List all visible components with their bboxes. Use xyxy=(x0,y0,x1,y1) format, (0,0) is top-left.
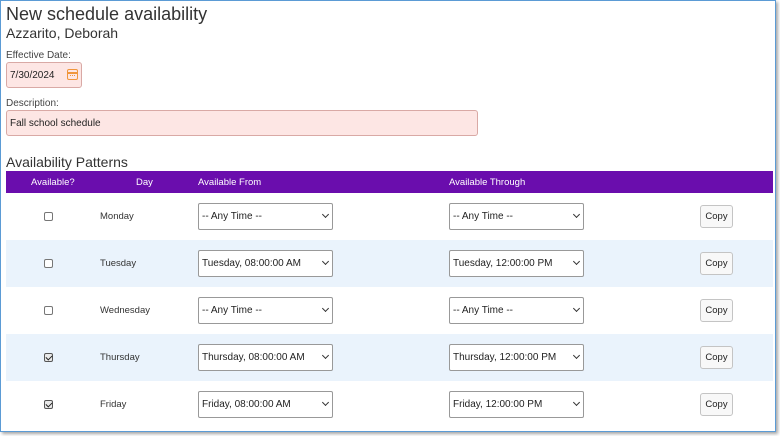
available-from-select[interactable]: Thursday, 08:00:00 AM xyxy=(198,344,333,371)
availability-table: Available? Day Available From Available … xyxy=(6,171,773,428)
calendar-icon[interactable] xyxy=(67,69,78,80)
table-row: Friday Friday, 08:00:00 AM Friday, 12:00… xyxy=(6,381,773,428)
table-row: Thursday Thursday, 08:00:00 AM Thursday,… xyxy=(6,334,773,381)
description-input[interactable]: Fall school schedule xyxy=(6,110,478,136)
available-from-select[interactable]: Tuesday, 08:00:00 AM xyxy=(198,250,333,277)
section-title: Availability Patterns xyxy=(6,154,128,170)
available-from-select[interactable]: -- Any Time -- xyxy=(198,203,333,230)
select-value: -- Any Time -- xyxy=(202,305,263,316)
table-row: Tuesday Tuesday, 08:00:00 AM Tuesday, 12… xyxy=(6,240,773,287)
chevron-down-icon xyxy=(572,398,581,407)
select-value: Friday, 12:00:00 PM xyxy=(453,399,543,410)
day-label: Monday xyxy=(100,211,134,222)
available-checkbox[interactable] xyxy=(44,353,53,362)
chevron-down-icon xyxy=(572,210,581,219)
copy-button[interactable]: Copy xyxy=(700,393,733,416)
available-through-select[interactable]: Thursday, 12:00:00 PM xyxy=(449,344,584,371)
available-checkbox[interactable] xyxy=(44,259,53,268)
select-value: Tuesday, 08:00:00 AM xyxy=(202,258,301,269)
day-label: Thursday xyxy=(100,352,140,363)
description-label: Description: xyxy=(6,98,59,109)
table-row: Monday -- Any Time -- -- Any Time -- Cop… xyxy=(6,193,773,240)
chevron-down-icon xyxy=(321,351,330,360)
page-title: New schedule availability xyxy=(6,4,208,24)
day-label: Wednesday xyxy=(100,305,150,316)
available-checkbox[interactable] xyxy=(44,400,53,409)
select-value: Thursday, 08:00:00 AM xyxy=(202,352,305,363)
table-row: Wednesday -- Any Time -- -- Any Time -- … xyxy=(6,287,773,334)
day-label: Tuesday xyxy=(100,258,137,269)
table-header: Available? Day Available From Available … xyxy=(6,171,773,193)
available-from-select[interactable]: Friday, 08:00:00 AM xyxy=(198,391,333,418)
chevron-down-icon xyxy=(321,304,330,313)
copy-button[interactable]: Copy xyxy=(700,346,733,369)
effective-date-label: Effective Date: xyxy=(6,50,71,61)
chevron-down-icon xyxy=(321,210,330,219)
select-value: Friday, 08:00:00 AM xyxy=(202,399,291,410)
day-label: Friday xyxy=(100,399,127,410)
description-value: Fall school schedule xyxy=(10,118,101,129)
available-through-select[interactable]: Friday, 12:00:00 PM xyxy=(449,391,584,418)
select-value: -- Any Time -- xyxy=(453,211,514,222)
available-through-select[interactable]: -- Any Time -- xyxy=(449,203,584,230)
select-value: Thursday, 12:00:00 PM xyxy=(453,352,557,363)
copy-button[interactable]: Copy xyxy=(700,205,733,228)
chevron-down-icon xyxy=(321,257,330,266)
select-value: Tuesday, 12:00:00 PM xyxy=(453,258,553,269)
available-checkbox[interactable] xyxy=(44,306,53,315)
chevron-down-icon xyxy=(572,351,581,360)
effective-date-value: 7/30/2024 xyxy=(10,70,55,81)
employee-name: Azzarito, Deborah xyxy=(6,25,119,41)
available-through-select[interactable]: -- Any Time -- xyxy=(449,297,584,324)
schedule-window: New schedule availability Azzarito, Debo… xyxy=(0,0,776,432)
copy-button[interactable]: Copy xyxy=(700,299,733,322)
column-header-from: Available From xyxy=(198,177,262,188)
copy-button[interactable]: Copy xyxy=(700,252,733,275)
effective-date-input[interactable]: 7/30/2024 xyxy=(6,62,82,88)
column-header-day: Day xyxy=(136,177,153,188)
available-through-select[interactable]: Tuesday, 12:00:00 PM xyxy=(449,250,584,277)
chevron-down-icon xyxy=(572,304,581,313)
chevron-down-icon xyxy=(572,257,581,266)
available-checkbox[interactable] xyxy=(44,212,53,221)
select-value: -- Any Time -- xyxy=(453,305,514,316)
column-header-available: Available? xyxy=(31,177,75,188)
select-value: -- Any Time -- xyxy=(202,211,263,222)
available-from-select[interactable]: -- Any Time -- xyxy=(198,297,333,324)
column-header-through: Available Through xyxy=(449,177,526,188)
chevron-down-icon xyxy=(321,398,330,407)
